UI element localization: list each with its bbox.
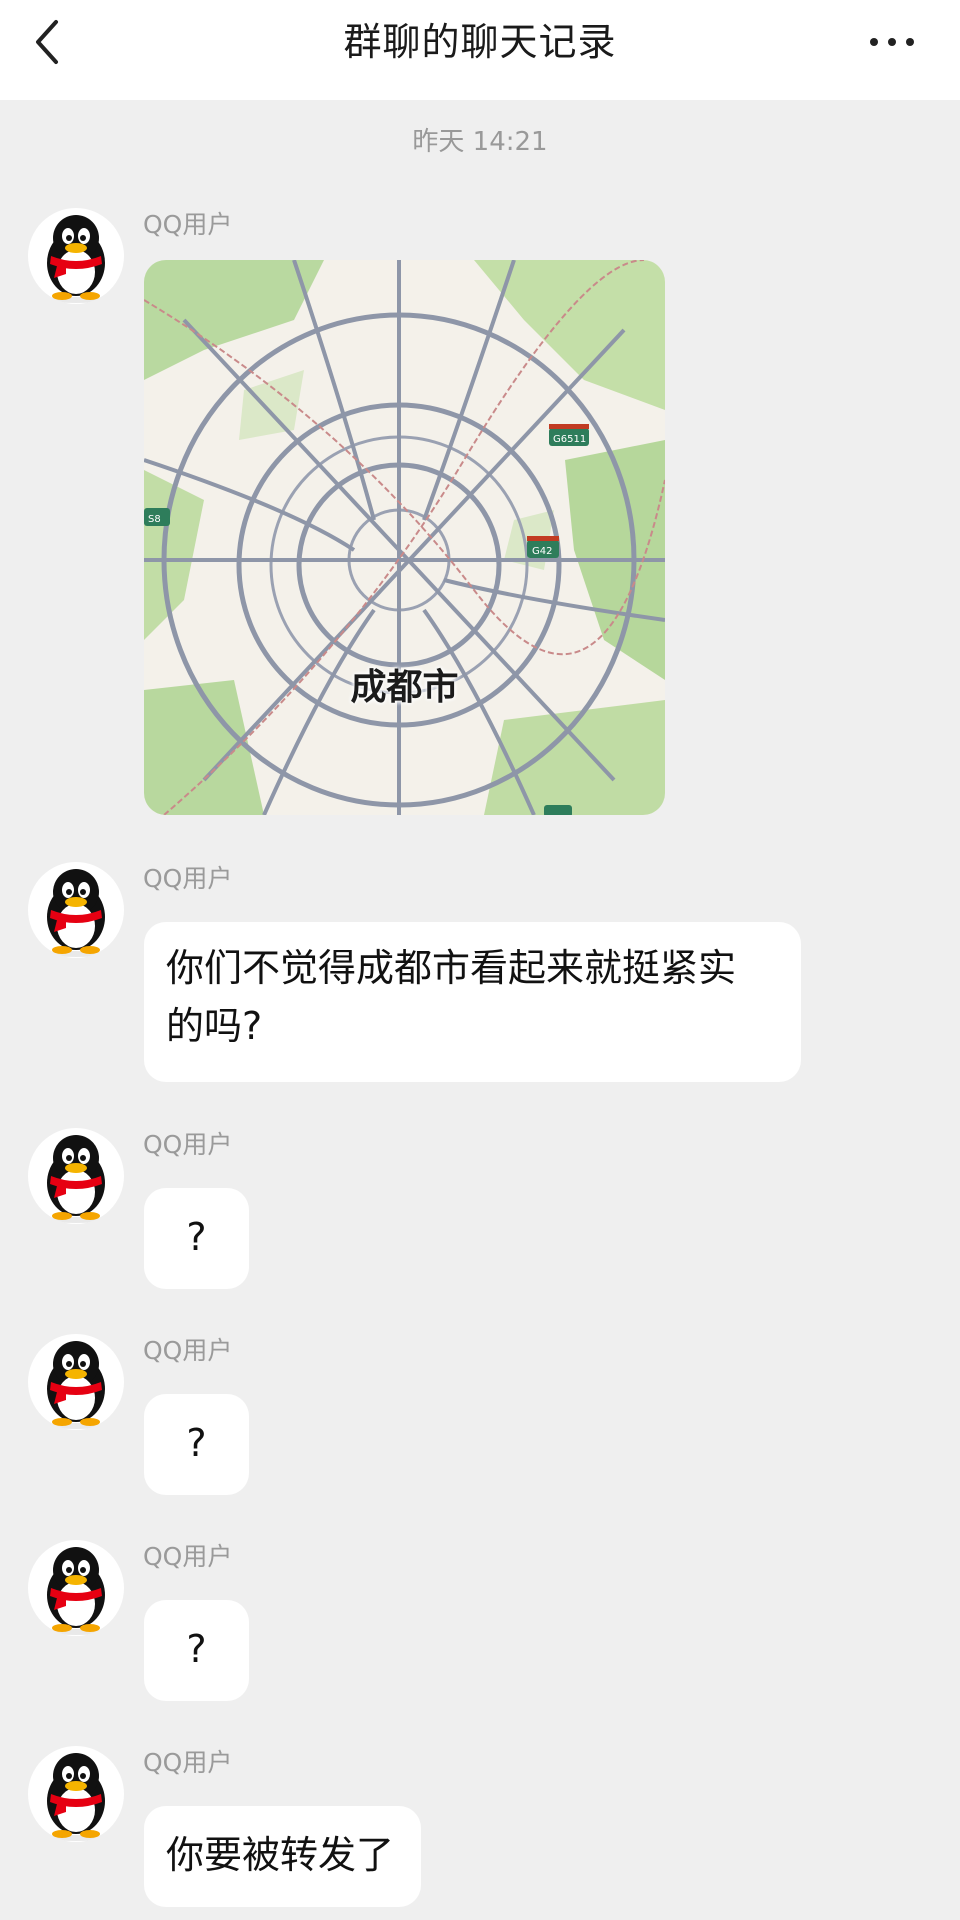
avatar[interactable] [28, 1746, 124, 1842]
map-image[interactable]: G6511 S8 G42 成都市 [144, 260, 665, 815]
road-shield-label: G42 [532, 546, 552, 557]
penguin-avatar-icon [28, 1334, 124, 1430]
penguin-avatar-icon [28, 1746, 124, 1842]
message-text: ? [186, 1421, 207, 1465]
message-bubble[interactable]: ? [144, 1394, 249, 1495]
map-graphic: G6511 S8 G42 [144, 260, 665, 815]
avatar[interactable] [28, 208, 124, 304]
page-title: 群聊的聊天记录 [343, 20, 617, 64]
road-shield-label: G6511 [553, 434, 586, 445]
avatar[interactable] [28, 1334, 124, 1430]
sender-name: QQ用户 [143, 210, 233, 239]
message-bubble[interactable]: ? [144, 1188, 249, 1289]
avatar[interactable] [28, 1128, 124, 1224]
message-bubble[interactable]: ? [144, 1600, 249, 1701]
sender-name: QQ用户 [143, 1336, 233, 1365]
sender-name: QQ用户 [143, 1748, 233, 1777]
penguin-avatar-icon [28, 1540, 124, 1636]
penguin-avatar-icon [28, 208, 124, 304]
top-bar: 群聊的聊天记录 [0, 0, 960, 100]
road-shield-label: S8 [148, 514, 161, 525]
penguin-avatar-icon [28, 862, 124, 958]
map-place-label: 成都市 [350, 667, 459, 708]
message-text: ? [186, 1627, 207, 1671]
avatar[interactable] [28, 862, 124, 958]
sender-name: QQ用户 [143, 1542, 233, 1571]
message-text: ? [186, 1215, 207, 1259]
more-button[interactable] [860, 24, 924, 64]
penguin-avatar-icon [28, 1128, 124, 1224]
message-text: 你们不觉得成都市看起来就挺紧实 [166, 946, 737, 990]
message-text: 的吗? [166, 1004, 263, 1048]
more-dots-icon [870, 38, 914, 46]
sender-name: QQ用户 [143, 1130, 233, 1159]
avatar[interactable] [28, 1540, 124, 1636]
message-text: 你要被转发了 [166, 1833, 395, 1877]
sender-name: QQ用户 [143, 864, 233, 893]
message-bubble[interactable]: 你们不觉得成都市看起来就挺紧实 的吗? [144, 922, 801, 1082]
message-timestamp: 昨天 14:21 [412, 127, 548, 157]
message-bubble[interactable]: 你要被转发了 [144, 1806, 421, 1907]
